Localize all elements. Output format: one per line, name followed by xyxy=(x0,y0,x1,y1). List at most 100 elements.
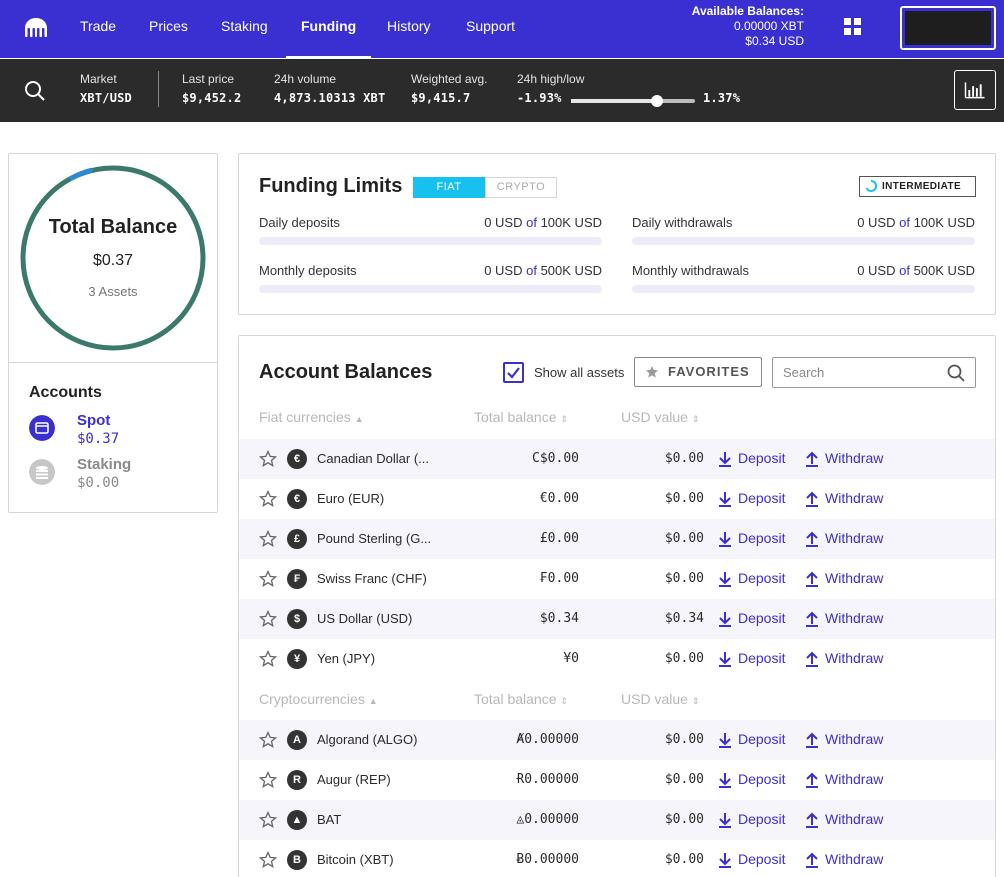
total-balance-amount: $0.37 xyxy=(92,252,134,269)
favorite-star-icon[interactable] xyxy=(259,570,277,588)
currency-name: Canadian Dollar (... xyxy=(317,451,429,466)
nav-staking[interactable]: Staking xyxy=(221,18,268,34)
high-low-range-bar xyxy=(571,95,695,107)
tab-crypto[interactable]: CRYPTO xyxy=(485,177,557,198)
total-balance-cell: $0.34 xyxy=(539,611,579,626)
high-low-marker xyxy=(650,95,663,107)
currency-name: Algorand (ALGO) xyxy=(317,732,418,747)
usd-value-cell: $0.00 xyxy=(664,451,704,466)
download-icon xyxy=(719,813,731,828)
limit-values: 0 USD of 100K USD xyxy=(484,215,602,230)
limit-of: of xyxy=(899,215,910,230)
funding-limits-title: Funding Limits xyxy=(259,175,403,197)
usd-value-cell: $0.00 xyxy=(664,812,704,827)
search-icon[interactable] xyxy=(947,364,965,382)
favorite-star-icon[interactable] xyxy=(259,771,277,789)
total-balance-cell: ¥0 xyxy=(563,651,579,666)
sort-column-total[interactable]: Total balance ⇕ xyxy=(474,691,568,707)
upload-icon xyxy=(806,531,818,547)
download-icon xyxy=(719,733,731,748)
usd-value-cell: $0.00 xyxy=(664,531,704,546)
verification-level-badge[interactable]: INTERMEDIATE xyxy=(859,176,976,197)
limit-used: 0 USD xyxy=(484,263,523,278)
balance-row: R Augur (REP) Ɍ0.00000 $0.00 Deposit Withdraw xyxy=(239,760,995,800)
sort-column-total[interactable]: Total balance ⇕ xyxy=(474,409,568,425)
nav-trade[interactable]: Trade xyxy=(80,18,116,34)
crypto-table-header: Cryptocurrencies ▲ Total balance ⇕ USD val… xyxy=(239,691,995,711)
total-balance-cell: Ƀ0.00000 xyxy=(516,852,579,867)
currency-icon: ¥ xyxy=(287,649,307,669)
currency-icon: B xyxy=(287,850,307,870)
usd-value-cell: $0.00 xyxy=(664,651,704,666)
panel-divider xyxy=(9,362,217,363)
balance-row: ¥ Yen (JPY) ¥0 $0.00 Deposit Withdraw xyxy=(239,639,995,679)
total-balance-cell: ₣0.00 xyxy=(539,571,579,586)
nav-prices[interactable]: Prices xyxy=(149,18,188,34)
limit-progress-bar xyxy=(259,285,602,293)
market-value: XBT/USD xyxy=(80,91,132,105)
limit-used: 0 USD xyxy=(484,215,523,230)
limit-max: 500K USD xyxy=(540,263,602,278)
upload-icon xyxy=(806,772,818,788)
favorite-star-icon[interactable] xyxy=(259,610,277,628)
download-icon xyxy=(719,652,731,667)
favorite-star-icon[interactable] xyxy=(259,811,277,829)
search-input[interactable]: Search xyxy=(772,357,976,388)
limit-progress-bar xyxy=(632,285,975,293)
nav-support[interactable]: Support xyxy=(466,18,515,34)
currency-name: US Dollar (USD) xyxy=(317,611,413,626)
kraken-logo-icon[interactable] xyxy=(22,15,50,41)
search-icon[interactable] xyxy=(24,80,46,102)
limit-max: 500K USD xyxy=(913,263,975,278)
currency-icon: € xyxy=(287,489,307,509)
limit-progress-bar xyxy=(632,237,975,245)
balance-row: £ Pound Sterling (G... £0.00 $0.00 Deposit Wi… xyxy=(239,519,995,559)
show-all-assets-checkbox[interactable] xyxy=(503,362,524,383)
upload-icon xyxy=(806,812,818,828)
favorite-star-icon[interactable] xyxy=(259,851,277,869)
level-progress-icon xyxy=(865,180,877,192)
total-balance-cell: Ⱥ0.00000 xyxy=(516,732,579,747)
currency-icon: $ xyxy=(287,609,307,629)
sort-column-name[interactable]: Cryptocurrencies ▲ xyxy=(259,691,378,707)
balance-row: A Algorand (ALGO) Ⱥ0.00000 $0.00 Deposit With… xyxy=(239,720,995,760)
limit-values: 0 USD of 100K USD xyxy=(857,215,975,230)
limit-used: 0 USD xyxy=(857,215,896,230)
currency-icon: ₣ xyxy=(287,569,307,589)
market-selector[interactable]: Market XBT/USD xyxy=(80,72,132,105)
favorites-label: FAVORITES xyxy=(668,364,750,379)
sort-column-usd[interactable]: USD value ⇕ xyxy=(621,691,699,707)
available-xbt: 0.00000 XBT xyxy=(733,19,804,33)
tab-fiat[interactable]: FIAT xyxy=(413,177,485,198)
favorite-star-icon[interactable] xyxy=(259,450,277,468)
asset-count: 3 Assets xyxy=(88,284,138,299)
currency-icon: R xyxy=(287,770,307,790)
currency-icon: £ xyxy=(287,529,307,549)
favorites-button[interactable]: FAVORITES xyxy=(634,357,762,387)
balance-row: € Canadian Dollar (... C$0.00 $0.00 Deposit W… xyxy=(239,439,995,479)
total-balance-cell: C$0.00 xyxy=(532,451,579,466)
ticker-bar: Market XBT/USD Last price $9,452.2 24h v… xyxy=(0,59,1004,122)
download-icon xyxy=(719,773,731,788)
available-balances: Available Balances: 0.00000 XBT $0.34 US… xyxy=(692,4,804,49)
sort-column-usd[interactable]: USD value ⇕ xyxy=(621,409,699,425)
usd-value-cell: $0.00 xyxy=(664,732,704,747)
account-balances-panel: Account Balances Show all assets FAVORIT… xyxy=(238,335,996,877)
favorite-star-icon[interactable] xyxy=(259,650,277,668)
upload-icon xyxy=(806,732,818,748)
show-all-assets-label[interactable]: Show all assets xyxy=(534,365,624,380)
total-balance-cell: Ɍ0.00000 xyxy=(516,772,579,787)
sort-column-name[interactable]: Fiat currencies ▲ xyxy=(259,409,364,425)
limit-max: 100K USD xyxy=(540,215,602,230)
nav-history[interactable]: History xyxy=(387,18,431,34)
account-menu-button[interactable] xyxy=(900,6,996,50)
currency-name: Euro (EUR) xyxy=(317,491,385,506)
nav-funding[interactable]: Funding xyxy=(301,18,356,34)
chart-icon[interactable] xyxy=(954,70,996,110)
favorite-star-icon[interactable] xyxy=(259,530,277,548)
favorite-star-icon[interactable] xyxy=(259,731,277,749)
limit-of: of xyxy=(899,263,910,278)
usd-value-cell: $0.00 xyxy=(664,571,704,586)
apps-grid-icon[interactable] xyxy=(844,18,862,36)
favorite-star-icon[interactable] xyxy=(259,490,277,508)
